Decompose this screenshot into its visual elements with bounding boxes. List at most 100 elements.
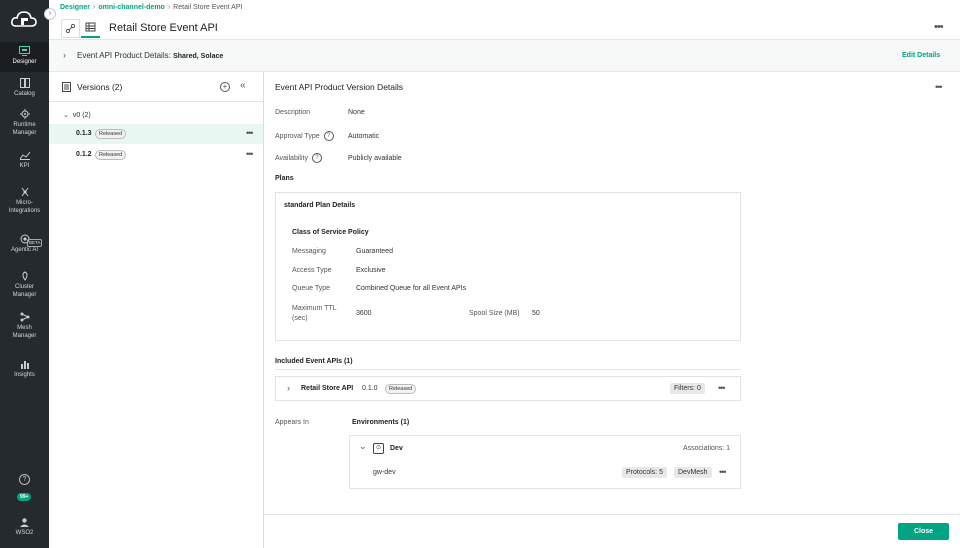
notification-count: 99+ (17, 493, 32, 501)
approval-type-text: Approval Type (275, 132, 320, 140)
app-logo[interactable] (10, 8, 38, 32)
max-ttl-label-line1: Maximum TTL (292, 305, 337, 312)
nav-item-catalog[interactable]: Catalog (0, 78, 49, 104)
chevron-right-icon: › (92, 4, 96, 11)
help-icon[interactable]: ? (311, 153, 322, 163)
max-ttl-value: 3600 (356, 310, 372, 317)
catalog-icon (19, 78, 30, 88)
approval-type-value: Automatic (348, 133, 380, 140)
nav-label: Designer (12, 59, 37, 65)
details-title: Event API Product Version Details (275, 82, 404, 92)
chevron-right-icon: › (48, 10, 52, 17)
more-options-icon[interactable]: ••• (935, 82, 943, 92)
spool-size-value: 50 (532, 310, 540, 317)
edit-details-link[interactable]: Edit Details (902, 52, 940, 59)
plan-card (275, 192, 741, 341)
cluster-icon (22, 271, 27, 281)
mesh-tag[interactable]: DevMesh (674, 467, 712, 478)
add-version-icon[interactable]: + (220, 82, 230, 92)
environment-name: Dev (390, 445, 403, 452)
product-summary: Event API Product Details: Shared, Solac… (77, 51, 223, 60)
status-badge: Released (385, 384, 417, 394)
collapse-panel-icon[interactable]: « (240, 80, 246, 91)
availability-value: Publicly available (348, 155, 402, 162)
more-options-icon[interactable]: ••• (246, 149, 254, 159)
environments-label: Environments (1) (352, 419, 410, 426)
beta-badge: BETA (27, 239, 43, 247)
availability-text: Availability (275, 154, 308, 162)
notifications-button[interactable]: 99+ (17, 493, 32, 501)
status-badge: Released (95, 129, 127, 139)
queue-type-label: Queue Type (292, 285, 331, 292)
spool-size-label: Spool Size (MB) (469, 310, 520, 317)
expand-chevron-icon[interactable]: › (63, 50, 66, 60)
version-row[interactable]: 0.1.3 Released ••• (49, 124, 263, 144)
nav-label: Mesh Manager (12, 325, 37, 339)
nav-label: Catalog (14, 91, 35, 97)
messaging-value: Guaranteed (356, 248, 393, 255)
associations-count: Associations: 1 (683, 445, 731, 452)
versions-icon (62, 82, 71, 94)
chevron-down-icon[interactable]: ⌄ (359, 441, 367, 452)
protocols-tag[interactable]: Protocols: 5 (622, 467, 667, 478)
summary-label: Event API Product Details: (77, 51, 171, 60)
expand-chevron-icon[interactable]: › (287, 383, 290, 393)
help-icon[interactable]: ? (323, 131, 334, 141)
chevron-right-icon: › (167, 4, 171, 11)
table-icon (85, 22, 96, 32)
close-button[interactable]: Close (898, 523, 949, 540)
version-group[interactable]: ⌄ v0 (2) (63, 111, 91, 119)
access-type-label: Access Type (292, 267, 332, 274)
versions-title: Versions (2) (77, 82, 123, 92)
more-options-icon[interactable]: ••• (719, 467, 727, 477)
nav-item-designer[interactable]: Designer (0, 42, 49, 72)
nav-collapse-toggle[interactable]: › (44, 8, 56, 20)
description-label: Description (275, 109, 311, 116)
divider (275, 369, 741, 370)
user-icon (20, 518, 29, 527)
plans-label: Plans (275, 175, 294, 182)
approval-type-label: Approval Type? (275, 131, 334, 141)
cos-title: Class of Service Policy (292, 229, 369, 236)
summary-value: Shared, Solace (173, 53, 224, 60)
user-name: WSO2 (15, 530, 34, 536)
nav-item-kpi[interactable]: KPI (0, 150, 49, 176)
nav-label: Micro-Integrations (8, 200, 41, 214)
more-options-icon[interactable]: ••• (718, 383, 726, 393)
insights-icon (20, 361, 29, 369)
availability-label: Availability? (275, 153, 322, 163)
event-mesh-name: gw-dev (373, 469, 396, 476)
messaging-label: Messaging (292, 248, 326, 255)
nav-label: Insights (14, 372, 35, 378)
more-options-icon[interactable]: ••• (246, 128, 254, 138)
access-type-value: Exclusive (356, 267, 386, 274)
user-menu[interactable]: WSO2 (0, 518, 49, 542)
nav-item-agentic-ai[interactable]: Agentic AI BETA (0, 234, 49, 260)
status-badge: Released (95, 150, 127, 160)
nav-label: Agentic AI (10, 247, 39, 253)
graph-view-button[interactable] (61, 19, 80, 38)
more-options-icon[interactable]: ••• (934, 21, 944, 33)
nav-item-runtime-manager[interactable]: Runtime Manager (0, 109, 49, 141)
version-row[interactable]: 0.1.2 Released ••• (49, 145, 263, 165)
divider (49, 101, 263, 102)
version-number: 0.1.3 (76, 130, 92, 137)
plan-title: standard Plan Details (284, 202, 356, 209)
description-value: None (348, 109, 365, 116)
nav-item-micro-integrations[interactable]: Micro-Integrations (0, 187, 49, 221)
breadcrumb-app[interactable]: omni-channel-demo (98, 4, 165, 11)
help-icon[interactable]: ? (19, 474, 30, 485)
nav-item-insights[interactable]: Insights (0, 359, 49, 385)
nav-label: Cluster Manager (12, 284, 37, 298)
left-navigation: Designer Catalog Runtime Manager KPI Mic… (0, 0, 49, 548)
filters-tag[interactable]: Filters: 0 (670, 383, 705, 394)
breadcrumb: Designer › omni-channel-demo › Retail Store … (60, 4, 242, 11)
breadcrumb-designer[interactable]: Designer (60, 4, 90, 11)
queue-type-value: Combined Queue for all Event APIs (356, 285, 467, 292)
nav-item-cluster-manager[interactable]: Cluster Manager (0, 271, 49, 305)
table-view-button[interactable] (81, 19, 100, 38)
nav-item-mesh-manager[interactable]: Mesh Manager (0, 312, 49, 346)
max-ttl-label: Maximum TTL (sec) (292, 304, 337, 324)
chevron-down-icon: ⌄ (63, 112, 69, 119)
max-ttl-label-line2: (sec) (292, 315, 308, 322)
